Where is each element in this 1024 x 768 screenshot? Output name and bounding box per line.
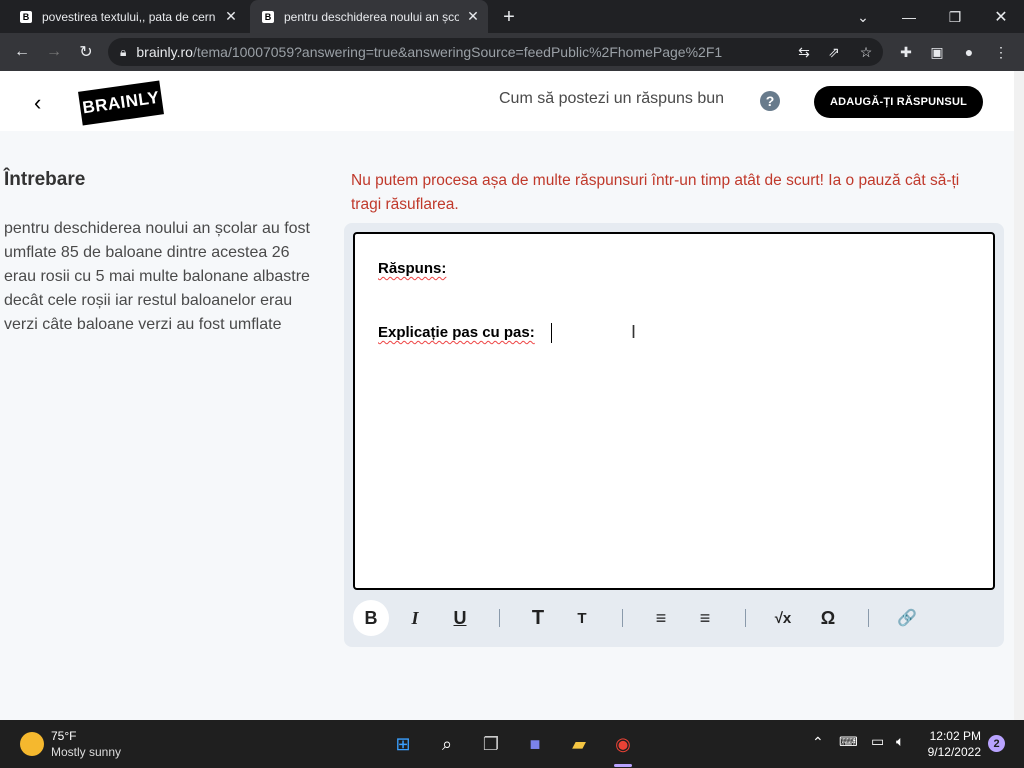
url-path: /tema/10007059?answering=true&answeringS… — [192, 44, 723, 60]
weather-temperature[interactable]: 75°F — [51, 729, 76, 743]
new-tab-icon[interactable]: + — [498, 6, 520, 28]
close-window-icon[interactable]: ✕ — [990, 6, 1012, 28]
lock-icon: 🔒︎ — [120, 44, 127, 59]
how-to-answer-link[interactable]: Cum să postezi un răspuns bun — [499, 90, 724, 108]
address-bar[interactable]: 🔒︎ brainly.ro /tema/10007059?answering=t… — [108, 38, 883, 66]
reload-icon[interactable]: ↻ — [70, 33, 102, 71]
answer-editor[interactable]: Răspuns: Explicație pas cu pas: I — [353, 232, 995, 590]
question-text: pentru deschiderea noului an școlar au f… — [4, 220, 310, 333]
close-tab-icon[interactable]: ✕ — [223, 8, 239, 25]
underline-button[interactable]: U — [442, 600, 478, 636]
menu-kebab-icon[interactable]: ⋮ — [990, 41, 1012, 63]
back-arrow-icon[interactable]: ‹ — [34, 90, 41, 116]
tab-inactive[interactable]: B povestirea textului,, pata de cern ✕ — [0, 0, 250, 33]
browser-tab-bar: B povestirea textului,, pata de cern ✕ B… — [0, 0, 1024, 33]
bullet-list-icon[interactable]: ≡ — [687, 600, 723, 636]
heading-large-button[interactable]: T — [520, 600, 556, 636]
tab-active[interactable]: B pentru deschiderea noului an șco ✕ — [250, 0, 488, 33]
windows-start-icon[interactable]: ⊞ — [389, 730, 417, 758]
numbered-list-icon[interactable]: ≡ — [643, 600, 679, 636]
notification-badge[interactable]: 2 — [988, 735, 1005, 752]
bold-button[interactable]: B — [353, 600, 389, 636]
extensions-icon[interactable]: ✚ — [895, 41, 917, 63]
tab-title: pentru deschiderea noului an șco — [284, 9, 459, 24]
page-scrollbar[interactable] — [1014, 71, 1024, 720]
help-icon[interactable]: ? — [760, 91, 780, 111]
url-host: brainly.ro — [136, 44, 193, 60]
forward-icon[interactable]: → — [38, 33, 70, 71]
italic-button[interactable]: I — [397, 600, 433, 636]
toolbar-divider — [622, 609, 623, 627]
task-view-icon[interactable]: ❐ — [477, 730, 505, 758]
minimize-icon[interactable]: — — [898, 6, 920, 28]
translate-icon[interactable]: ⇆ — [793, 41, 815, 63]
clock-date[interactable]: 9/12/2022 — [922, 745, 981, 759]
explanation-label: Explicație pas cu pas: — [378, 324, 535, 341]
brainly-favicon-icon: B — [20, 10, 32, 23]
network-icon[interactable]: ▭ — [871, 733, 884, 750]
heading-small-button[interactable]: T — [564, 600, 600, 636]
restore-icon[interactable]: ❐ — [944, 6, 966, 28]
back-icon[interactable]: ← — [6, 33, 38, 71]
chevron-up-icon[interactable]: ⌃ — [812, 734, 824, 751]
rate-limit-warning: Nu putem procesa așa de multe răspunsuri… — [351, 172, 960, 213]
site-header: ‹ BRAINLY Cum să postezi un răspuns bun … — [0, 71, 1024, 131]
brainly-logo[interactable]: BRAINLY — [78, 80, 164, 126]
brainly-favicon-icon: B — [262, 10, 274, 23]
tab-search-chevron-icon[interactable]: ⌄ — [852, 6, 874, 28]
chrome-icon[interactable]: ◉ — [609, 730, 637, 758]
editor-container: Răspuns: Explicație pas cu pas: I B I U … — [344, 223, 1004, 647]
toolbar-divider — [745, 609, 746, 627]
question-heading: Întrebare — [4, 169, 86, 190]
close-tab-icon[interactable]: ✕ — [465, 8, 481, 25]
weather-description[interactable]: Mostly sunny — [51, 745, 121, 759]
clock-time[interactable]: 12:02 PM — [929, 729, 981, 743]
add-answer-button[interactable]: ADAUGĂ-ȚI RĂSPUNSUL — [814, 86, 983, 118]
answer-label: Răspuns: — [378, 260, 447, 277]
browser-toolbar: ← → ↻ 🔒︎ brainly.ro /tema/10007059?answe… — [0, 33, 1024, 71]
side-panel-icon[interactable]: ▣ — [926, 41, 948, 63]
weather-sun-icon[interactable] — [20, 732, 44, 756]
search-icon[interactable]: ⌕ — [433, 730, 461, 758]
bookmark-star-icon[interactable]: ☆ — [855, 41, 877, 63]
active-app-indicator — [614, 764, 632, 767]
keyboard-icon[interactable]: ⌨ — [839, 734, 858, 750]
share-icon[interactable]: ⇗ — [823, 41, 845, 63]
volume-icon[interactable]: 🔈︎ — [896, 733, 904, 750]
teams-chat-icon[interactable]: ■ — [521, 730, 549, 758]
toolbar-divider — [868, 609, 869, 627]
square-root-icon[interactable]: √x — [765, 600, 801, 636]
page-content: ‹ BRAINLY Cum să postezi un răspuns bun … — [0, 71, 1024, 720]
omega-symbol-icon[interactable]: Ω — [810, 600, 846, 636]
profile-icon[interactable]: ● — [958, 41, 980, 63]
windows-taskbar: 75°F Mostly sunny ⊞ ⌕ ❐ ■ ▰ ◉ ⌃ ⌨ ▭ 🔈︎ 1… — [0, 720, 1024, 768]
attachment-icon[interactable]: 🔗 — [889, 600, 925, 636]
text-caret — [551, 323, 552, 343]
text-cursor-icon: I — [631, 322, 637, 342]
toolbar-divider — [499, 609, 500, 627]
tab-title: povestirea textului,, pata de cern — [42, 9, 216, 24]
file-explorer-icon[interactable]: ▰ — [565, 730, 593, 758]
